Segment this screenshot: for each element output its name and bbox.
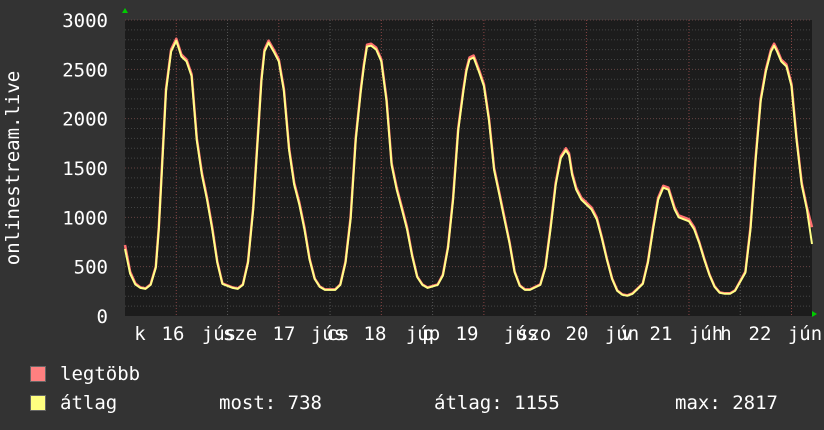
legend-label-avg: átlag	[60, 392, 118, 414]
stat-average: átlag: 1155	[434, 392, 560, 414]
y-tick-label: 0	[97, 306, 108, 328]
x-tick-label: cs	[327, 323, 350, 345]
y-axis: 0 500 1000 1500 2000 2500 3000	[62, 10, 108, 328]
x-tick-label: v	[621, 323, 632, 345]
x-tick-label: p	[422, 323, 433, 345]
x-tick-label: 16	[162, 323, 185, 345]
legend-swatch-avg	[30, 395, 46, 411]
y-axis-label: onlinestream.live	[2, 71, 24, 265]
x-tick-label: sze	[223, 323, 257, 345]
x-tick-label: k	[134, 323, 146, 345]
x-tick-label: 21	[650, 323, 673, 345]
x-tick-label: 18	[364, 323, 387, 345]
x-tick-label: jún	[788, 323, 822, 345]
x-tick-label: szo	[517, 323, 551, 345]
y-tick-label: 2000	[62, 109, 108, 131]
stat-current: most: 738	[219, 392, 322, 414]
x-tick-label: 19	[456, 323, 479, 345]
x-tick-label: 17	[273, 323, 296, 345]
legend-item-avg: átlag	[30, 392, 117, 414]
y-tick-label: 3000	[62, 10, 108, 32]
chart: 050010001500200025003000 k 16 jússze 17 júsc…	[2, 8, 822, 345]
y-tick-label: 1500	[62, 158, 108, 180]
legend-item-max: legtöbb	[30, 363, 140, 385]
y-axis-arrow-icon	[122, 8, 128, 13]
legend-label-max: legtöbb	[60, 363, 141, 385]
legend-swatch-max	[30, 366, 46, 382]
y-tick-label: 2500	[62, 59, 108, 81]
x-tick-label: 20	[566, 323, 589, 345]
x-axis: k 16 jússze 17 júscs 18 júpp 19 jússzo 20 júnv 21 jú…	[134, 323, 822, 345]
stat-max: max: 2817	[675, 392, 778, 414]
y-tick-label: 500	[74, 257, 108, 279]
x-tick-label: 22	[749, 323, 772, 345]
x-tick-label: h	[720, 323, 731, 345]
x-axis-arrow-icon	[812, 311, 817, 317]
x-tick-label: júh	[689, 323, 723, 345]
y-tick-label: 1000	[62, 207, 108, 229]
